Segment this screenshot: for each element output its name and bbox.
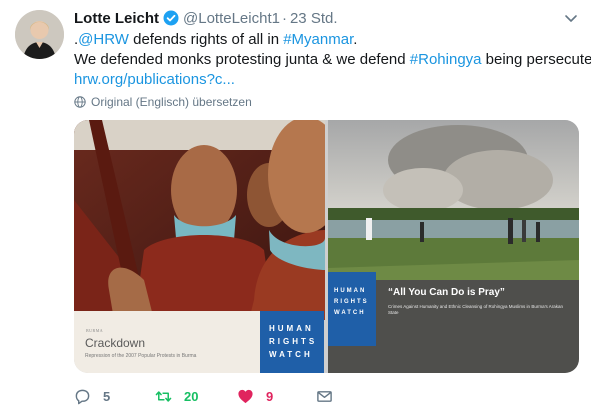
text-segment: We defended monks protesting junta & we … xyxy=(74,51,410,68)
tweet-text: .@HRW defends rights of all in #Myanmar.… xyxy=(74,30,591,90)
media-image-crackdown[interactable]: BURMA Crackdown Repression of the 2007 P… xyxy=(74,120,325,373)
display-name[interactable]: Lotte Leicht xyxy=(74,10,159,27)
cover-title: Crackdown xyxy=(85,336,146,350)
cover-subtitle: Repression of the 2007 Popular Protests … xyxy=(85,353,197,359)
avatar[interactable] xyxy=(15,10,64,59)
hrw-logo-line: WATCH xyxy=(334,310,366,316)
reply-count: 5 xyxy=(103,388,111,404)
like-count: 9 xyxy=(266,388,274,404)
reply-button[interactable]: 5 xyxy=(74,387,110,405)
hashtag-link-rohingya[interactable]: #Rohingya xyxy=(410,51,482,68)
user-handle[interactable]: @LotteLeicht1 xyxy=(183,10,280,27)
url-link[interactable]: hrw.org/publications?c... xyxy=(74,71,235,88)
hrw-logo-line: HUMAN xyxy=(269,324,314,333)
verified-badge-icon xyxy=(163,10,179,26)
hrw-logo: HUMAN RIGHTS WATCH xyxy=(260,311,324,373)
cover-series-label: BURMA xyxy=(86,328,104,333)
translate-link[interactable]: Original (Englisch) übersetzen xyxy=(74,94,252,110)
tweet-text-line-3: hrw.org/publications?c... xyxy=(74,70,579,90)
hrw-logo-line: WATCH xyxy=(269,350,313,359)
hrw-logo-line: RIGHTS xyxy=(334,299,369,305)
like-button[interactable]: 9 xyxy=(237,387,273,405)
direct-message-button[interactable] xyxy=(316,387,333,405)
hrw-logo-line: RIGHTS xyxy=(269,337,318,346)
hrw-logo-line: HUMAN xyxy=(334,288,367,294)
cover-subtitle: Crimes Against Humanity and Ethnic Clean… xyxy=(388,304,563,315)
separator-dot: · xyxy=(281,9,287,27)
text-segment: defends rights of all in xyxy=(128,31,284,48)
retweet-icon xyxy=(155,390,172,402)
envelope-icon xyxy=(317,390,332,402)
chevron-down-icon[interactable] xyxy=(563,10,579,26)
text-segment: being persecuted xyxy=(481,51,591,68)
text-segment: . xyxy=(353,31,358,48)
translate-label[interactable]: Original (Englisch) übersetzen xyxy=(91,95,252,109)
retweet-count: 20 xyxy=(184,388,199,404)
tweet-header: Lotte Leicht @LotteLeicht1 · 23 Std. xyxy=(74,8,338,28)
reply-icon xyxy=(75,389,90,404)
globe-icon xyxy=(74,96,86,108)
retweet-button[interactable]: 20 xyxy=(155,387,198,405)
cover-title: “All You Can Do is Pray” xyxy=(388,287,505,298)
hashtag-link-myanmar[interactable]: #Myanmar xyxy=(283,31,353,48)
tweet-text-line-2: We defended monks protesting junta & we … xyxy=(74,50,591,70)
tweet[interactable]: Lotte Leicht @LotteLeicht1 · 23 Std. . @H… xyxy=(0,0,591,416)
media-image-pray[interactable]: HUMAN RIGHTS WATCH “All You Can Do is Pr… xyxy=(328,120,579,373)
media-container[interactable]: BURMA Crackdown Repression of the 2007 P… xyxy=(74,120,579,373)
mention-link-hrw[interactable]: @HRW xyxy=(78,31,129,48)
hrw-logo: HUMAN RIGHTS WATCH xyxy=(328,272,376,346)
timestamp[interactable]: 23 Std. xyxy=(290,10,338,27)
heart-icon xyxy=(238,389,253,403)
tweet-text-line-1: .@HRW defends rights of all in #Myanmar. xyxy=(74,30,579,50)
